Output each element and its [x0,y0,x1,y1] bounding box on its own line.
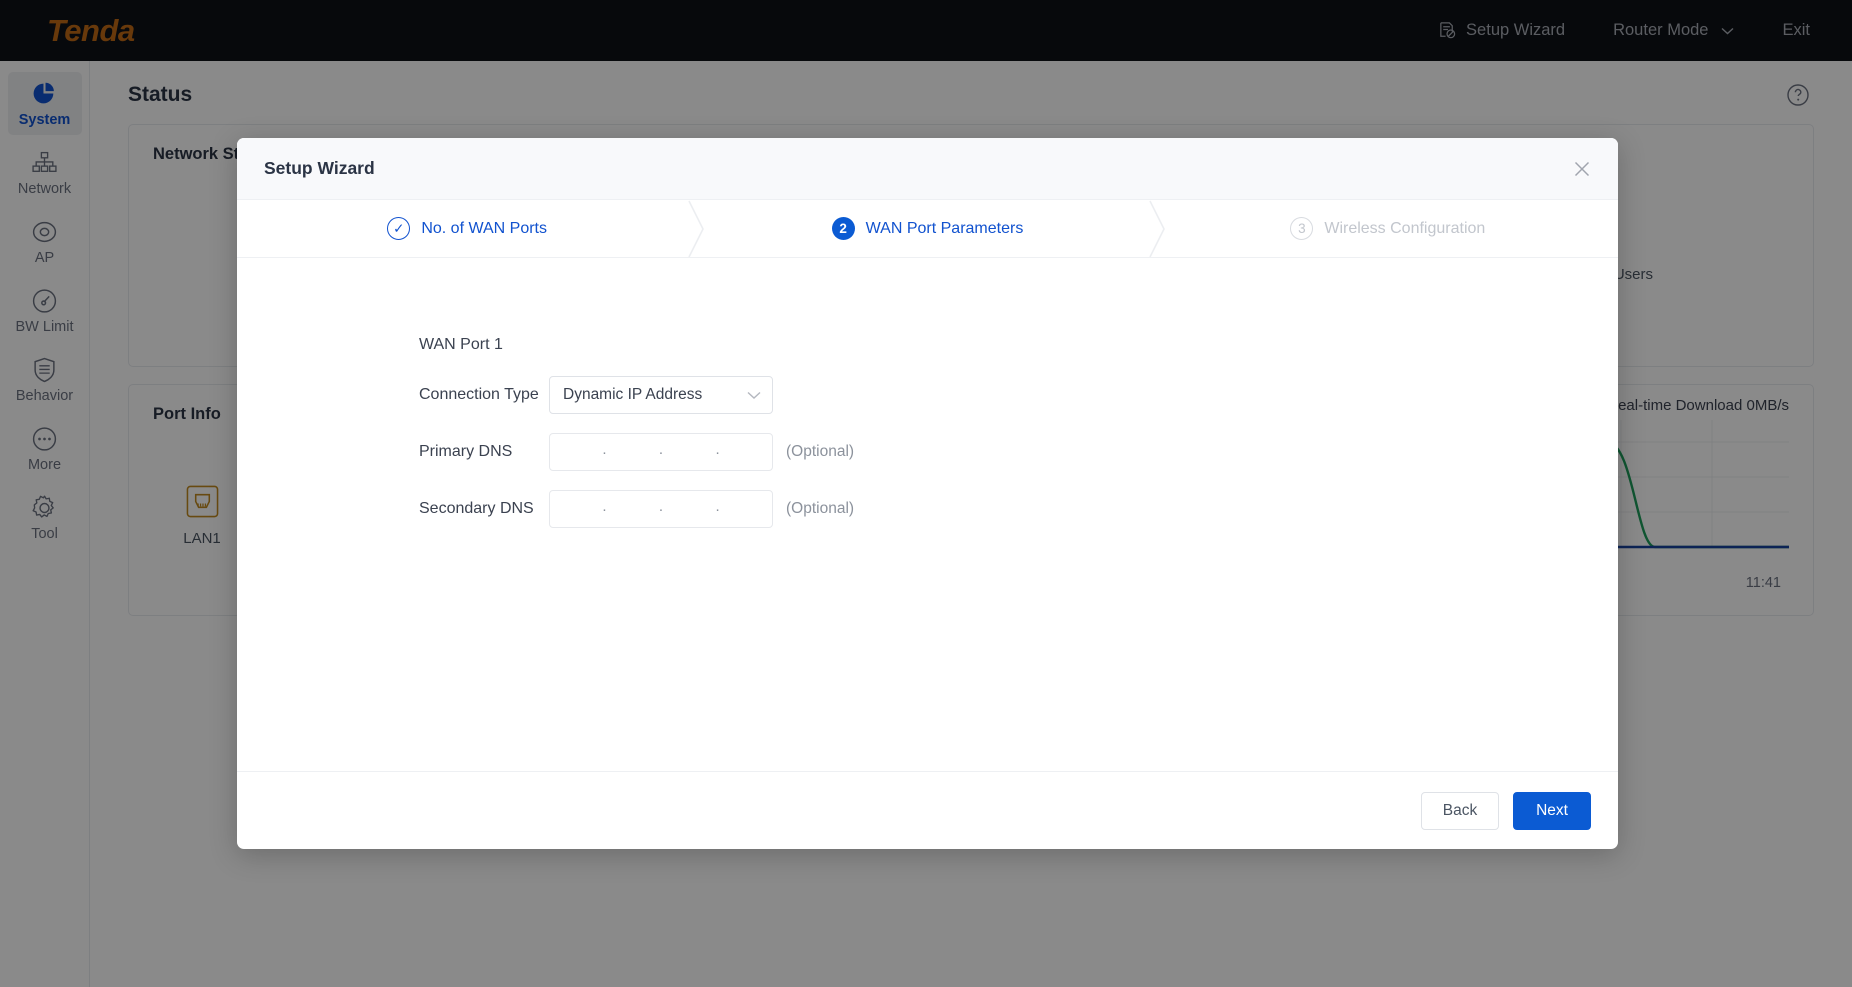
secondary-dns-octet-4[interactable] [720,491,772,527]
wizard-step-2[interactable]: 2 WAN Port Parameters [697,200,1157,257]
wizard-step-2-label: WAN Port Parameters [866,220,1024,238]
wizard-steps: ✓ No. of WAN Ports 2 WAN Port Parameters… [237,200,1618,258]
primary-dns-input[interactable]: . . . [549,433,773,471]
wizard-step-3[interactable]: 3 Wireless Configuration [1158,200,1618,257]
primary-dns-label: Primary DNS [419,443,549,461]
primary-dns-hint: (Optional) [786,443,854,461]
primary-dns-octet-1[interactable] [550,434,602,470]
wizard-step-1[interactable]: ✓ No. of WAN Ports [237,200,697,257]
dialog-header: Setup Wizard [237,138,1618,200]
secondary-dns-row: Secondary DNS . . . (Optional) [419,490,1179,528]
wizard-step-1-marker: ✓ [387,217,410,240]
dialog-footer: Back Next [237,771,1618,849]
secondary-dns-input[interactable]: . . . [549,490,773,528]
setup-wizard-dialog: Setup Wizard ✓ No. of WAN Ports 2 WAN Po… [237,138,1618,849]
primary-dns-row: Primary DNS . . . (Optional) [419,433,1179,471]
dialog-body: WAN Port 1 Connection Type Dynamic IP Ad… [237,258,1618,771]
secondary-dns-hint: (Optional) [786,500,854,518]
primary-dns-octet-4[interactable] [720,434,772,470]
connection-type-value: Dynamic IP Address [563,386,747,404]
primary-dns-octet-3[interactable] [663,434,715,470]
wizard-step-1-label: No. of WAN Ports [421,220,547,238]
next-button[interactable]: Next [1513,792,1591,830]
connection-type-row: Connection Type Dynamic IP Address [419,376,1179,414]
primary-dns-octet-2[interactable] [607,434,659,470]
wan-port-form: WAN Port 1 Connection Type Dynamic IP Ad… [419,336,1179,528]
dialog-title: Setup Wizard [264,158,375,179]
secondary-dns-label: Secondary DNS [419,500,549,518]
secondary-dns-octet-2[interactable] [607,491,659,527]
secondary-dns-octet-1[interactable] [550,491,602,527]
secondary-dns-octet-3[interactable] [663,491,715,527]
chevron-down-icon [747,391,761,400]
wan-port-section-title: WAN Port 1 [419,336,1179,354]
connection-type-label: Connection Type [419,386,549,404]
close-icon[interactable] [1572,159,1592,179]
wizard-step-3-label: Wireless Configuration [1324,220,1485,238]
wizard-step-3-marker: 3 [1290,217,1313,240]
back-button[interactable]: Back [1421,792,1499,830]
wizard-step-2-marker: 2 [832,217,855,240]
app-root: Tenda Setup Wizard Router Mode [0,0,1852,987]
connection-type-select[interactable]: Dynamic IP Address [549,376,773,414]
